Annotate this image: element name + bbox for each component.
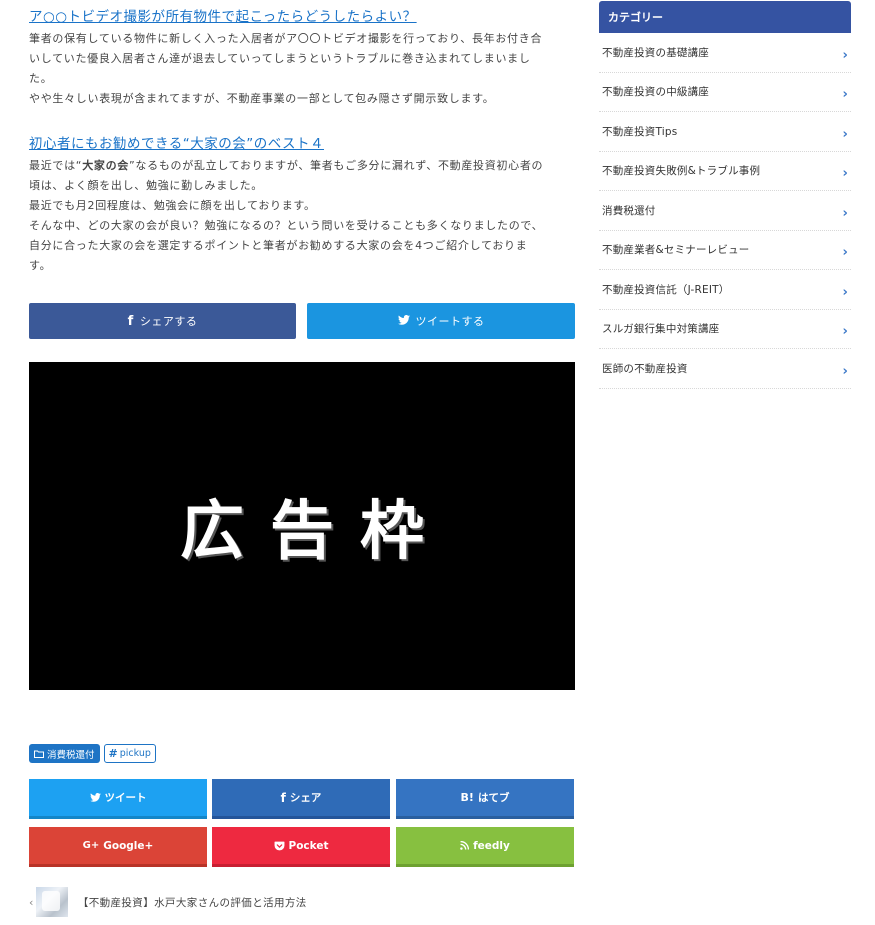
category-item[interactable]: スルガ銀行集中対策講座 › xyxy=(599,310,851,349)
category-list: 不動産投資の基礎講座 › 不動産投資の中級講座 › 不動産投資Tips › 不動産投資… xyxy=(599,33,851,389)
facebook-label: シェア xyxy=(289,792,322,804)
previous-post-link[interactable]: ‹ 【不動産投資】水戸大家さんの評価と活用方法 xyxy=(29,887,307,917)
article-summary-1: ア○○トビデオ撮影が所有物件で起こったらどうしたらよい？ 筆者の保有している物件… xyxy=(29,8,575,109)
feedly-button[interactable]: feedly xyxy=(396,827,574,867)
category-item[interactable]: 不動産投資の中級講座 › xyxy=(599,73,851,112)
facebook-share-label: シェアする xyxy=(139,315,198,328)
category-label: 消費税還付 xyxy=(602,204,656,217)
chevron-right-icon: › xyxy=(842,363,848,379)
twitter-icon xyxy=(397,314,410,328)
pocket-label: Pocket xyxy=(288,839,329,852)
google-plus-button[interactable]: G+ Google+ xyxy=(29,827,207,867)
category-label: 医師の不動産投資 xyxy=(602,362,688,375)
article-2-text: 最近では“大家の会”なるものが乱立しておりますが、筆者もご多分に漏れず、不動産投… xyxy=(29,156,575,276)
twitter-icon xyxy=(89,793,101,802)
category-item[interactable]: 消費税還付 › xyxy=(599,191,851,231)
category-label: 不動産投資の中級講座 xyxy=(602,86,709,99)
text-line: やや生々しい表現が含まれてますが、不動産事業の一部として包み隠さず開示致します。 xyxy=(29,92,495,105)
tweet-label: ツイート xyxy=(104,792,147,804)
pickup-tag-label: pickup xyxy=(119,748,151,759)
google-plus-label: Google+ xyxy=(103,839,154,852)
facebook-button[interactable]: f シェア xyxy=(212,779,390,819)
text-line: す。 xyxy=(29,259,52,272)
text-fragment: ”なるものが乱立しておりますが、筆者もご多分に漏れず、不動産投資初心者の xyxy=(129,159,544,172)
previous-post-thumbnail xyxy=(35,887,68,917)
previous-post-title: 【不動産投資】水戸大家さんの評価と活用方法 xyxy=(77,896,307,909)
category-item[interactable]: 医師の不動産投資 › xyxy=(599,349,851,389)
category-item[interactable]: 不動産投資Tips › xyxy=(599,112,851,152)
chevron-right-icon: › xyxy=(842,245,848,261)
google-plus-icon: G+ xyxy=(82,840,100,851)
article-link-2[interactable]: 初心者にもお勧めできる“大家の会”のベスト４ xyxy=(29,135,575,153)
category-label: スルガ銀行集中対策講座 xyxy=(602,323,720,336)
text-line: 自分に合った大家の会を選定するポイントと筆者がお勧めする大家の会を4つご紹介して… xyxy=(29,239,528,252)
category-label: 不動産投資信託（J-REIT） xyxy=(602,283,730,296)
twitter-share-button[interactable]: ツイートする xyxy=(307,303,575,339)
rss-icon xyxy=(460,841,470,850)
chevron-right-icon: › xyxy=(842,166,848,182)
category-item[interactable]: 不動産投資信託（J-REIT） › xyxy=(599,270,851,310)
category-label: 不動産投資失敗例&トラブル事例 xyxy=(602,165,761,178)
chevron-right-icon: › xyxy=(842,324,848,340)
category-item[interactable]: 不動産投資失敗例&トラブル事例 › xyxy=(599,152,851,191)
category-label: 不動産投資の基礎講座 xyxy=(602,46,709,59)
ad-text: 広告枠 xyxy=(180,495,450,569)
article-link-1[interactable]: ア○○トビデオ撮影が所有物件で起こったらどうしたらよい？ xyxy=(29,8,575,26)
chevron-right-icon: › xyxy=(842,47,848,63)
text-line: そんな中、どの大家の会が良い？勉強になるの？という問いを受けることも多くなりまし… xyxy=(29,219,544,232)
category-tag[interactable]: 消費税還付 xyxy=(29,744,100,763)
ad-banner[interactable]: 広告枠 xyxy=(29,362,575,690)
facebook-icon: f xyxy=(280,790,286,805)
text-line: 頃は、よく顔を出し、勉強に勤しみました。 xyxy=(29,179,263,192)
category-item[interactable]: 不動産投資の基礎講座 › xyxy=(599,33,851,73)
chevron-right-icon: › xyxy=(842,126,848,142)
chevron-right-icon: › xyxy=(842,205,848,221)
category-label: 不動産投資Tips xyxy=(602,125,678,138)
pocket-button[interactable]: Pocket xyxy=(212,827,390,867)
category-tag-label: 消費税還付 xyxy=(47,749,95,761)
chevron-right-icon: › xyxy=(842,284,848,300)
text-line: 最近でも月2回程度は、勉強会に顔を出しております。 xyxy=(29,199,316,212)
chevron-right-icon: › xyxy=(842,87,848,103)
category-item[interactable]: 不動産業者&セミナーレビュー › xyxy=(599,231,851,270)
hash-icon: # xyxy=(108,747,118,760)
share-buttons-top: f シェアする ツイートする xyxy=(29,303,575,339)
hatebu-label: はてブ xyxy=(477,792,510,804)
pocket-icon xyxy=(274,841,284,850)
sidebar: カテゴリー 不動産投資の基礎講座 › 不動産投資の中級講座 › 不動産投資Tips ›… xyxy=(599,1,851,389)
chevron-left-icon: ‹ xyxy=(29,895,34,909)
sns-buttons-row-2: G+ Google+ Pocket feedly xyxy=(29,827,575,867)
twitter-share-label: ツイートする xyxy=(415,315,485,328)
bold-text: 大家の会 xyxy=(82,159,130,172)
text-line: た。 xyxy=(29,72,53,85)
text-line: 最近では“大家の会”なるものが乱立しておりますが、筆者もご多分に漏れず、不動産投… xyxy=(29,156,575,176)
facebook-icon: f xyxy=(127,313,134,329)
tweet-button[interactable]: ツイート xyxy=(29,779,207,819)
text-line: 筆者の保有している物件に新しく入った入居者がア〇〇トビデオ撮影を行っており、長年… xyxy=(29,32,543,45)
sidebar-heading: カテゴリー xyxy=(599,1,851,33)
pickup-tag[interactable]: # pickup xyxy=(103,744,156,763)
article-summary-2: 初心者にもお勧めできる“大家の会”のベスト４ 最近では“大家の会”なるものが乱立… xyxy=(29,135,575,276)
folder-icon xyxy=(34,750,44,758)
post-tags: 消費税還付 # pickup xyxy=(29,744,156,763)
text-line: いしていた優良入居者さん達が退去していってしまうというトラブルに巻き込まれてしま… xyxy=(29,52,531,65)
feedly-label: feedly xyxy=(473,839,510,852)
article-1-text: 筆者の保有している物件に新しく入った入居者がア〇〇トビデオ撮影を行っており、長年… xyxy=(29,29,575,109)
text-fragment: 最近では“ xyxy=(29,159,83,172)
category-label: 不動産業者&セミナーレビュー xyxy=(602,244,750,257)
hatena-icon: B! xyxy=(460,791,474,804)
hatebu-button[interactable]: B! はてブ xyxy=(396,779,574,819)
sns-buttons-row-1: ツイート f シェア B! はてブ xyxy=(29,779,575,819)
facebook-share-button[interactable]: f シェアする xyxy=(29,303,296,339)
